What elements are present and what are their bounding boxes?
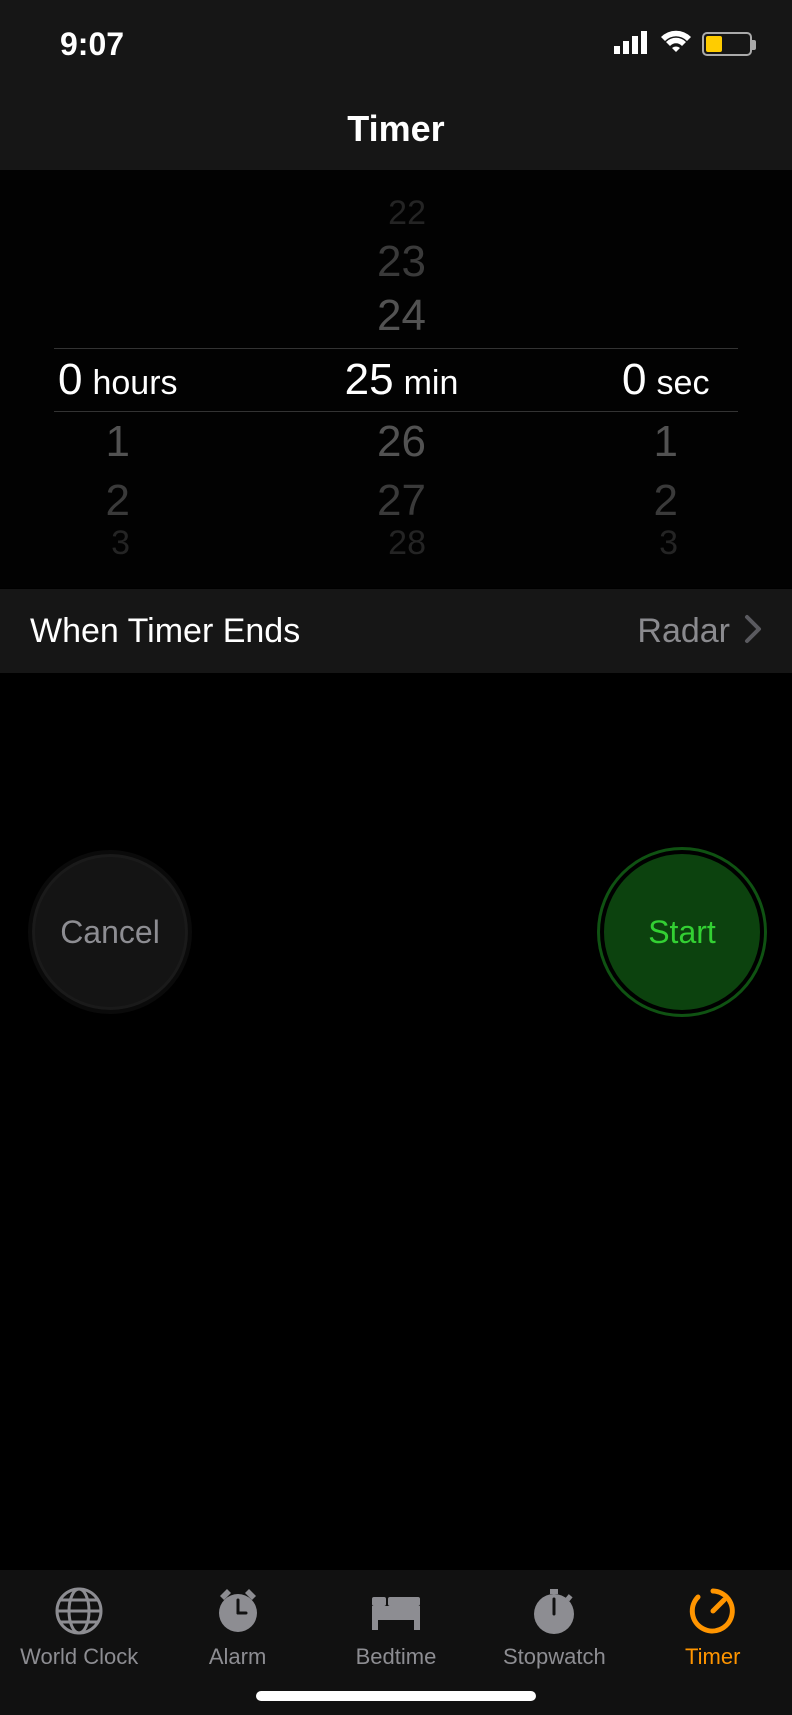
tab-bedtime[interactable]: Bedtime [326, 1586, 466, 1670]
picker-minutes-selected: 25min [264, 358, 528, 402]
when-timer-ends-row[interactable]: When Timer Ends Radar [0, 588, 792, 674]
tab-label: Bedtime [356, 1644, 437, 1670]
status-icons [614, 30, 752, 59]
globe-icon [54, 1586, 104, 1636]
tab-label: World Clock [20, 1644, 138, 1670]
tab-world-clock[interactable]: World Clock [9, 1586, 149, 1670]
tab-label: Timer [685, 1644, 740, 1670]
status-time: 9:07 [60, 26, 124, 63]
tab-timer[interactable]: Timer [643, 1586, 783, 1670]
wifi-icon [660, 30, 692, 59]
stopwatch-icon [529, 1586, 579, 1636]
chevron-right-icon [744, 614, 762, 649]
picker-seconds-selected: 0sec [518, 358, 782, 402]
tab-label: Alarm [209, 1644, 266, 1670]
when-timer-ends-value: Radar [637, 612, 730, 651]
timer-icon [688, 1586, 738, 1636]
tab-label: Stopwatch [503, 1644, 606, 1670]
picker-hours[interactable]: 0hours 1 2 3 [0, 170, 264, 588]
cancel-button-label: Cancel [60, 914, 160, 951]
tab-alarm[interactable]: Alarm [168, 1586, 308, 1670]
picker-hours-selected: 0hours [0, 358, 234, 402]
alarm-icon [213, 1586, 263, 1636]
picker-seconds[interactable]: 0sec 1 2 3 [528, 170, 792, 588]
battery-icon [702, 32, 752, 56]
tab-stopwatch[interactable]: Stopwatch [484, 1586, 624, 1670]
picker-minutes[interactable]: 22 23 24 25min 26 27 28 [264, 170, 528, 588]
start-button-label: Start [648, 914, 716, 951]
status-bar: 9:07 [0, 0, 792, 88]
when-timer-ends-label: When Timer Ends [30, 612, 637, 651]
cellular-icon [614, 30, 650, 59]
start-button[interactable]: Start [600, 850, 764, 1014]
title-bar: Timer [0, 88, 792, 170]
home-indicator[interactable] [256, 1691, 536, 1701]
cancel-button[interactable]: Cancel [28, 850, 192, 1014]
time-picker[interactable]: 0hours 1 2 3 22 23 24 25min 26 27 28 0se… [0, 170, 792, 588]
bed-icon [368, 1586, 424, 1636]
timer-buttons: Cancel Start [0, 850, 792, 1030]
page-title: Timer [347, 108, 444, 150]
